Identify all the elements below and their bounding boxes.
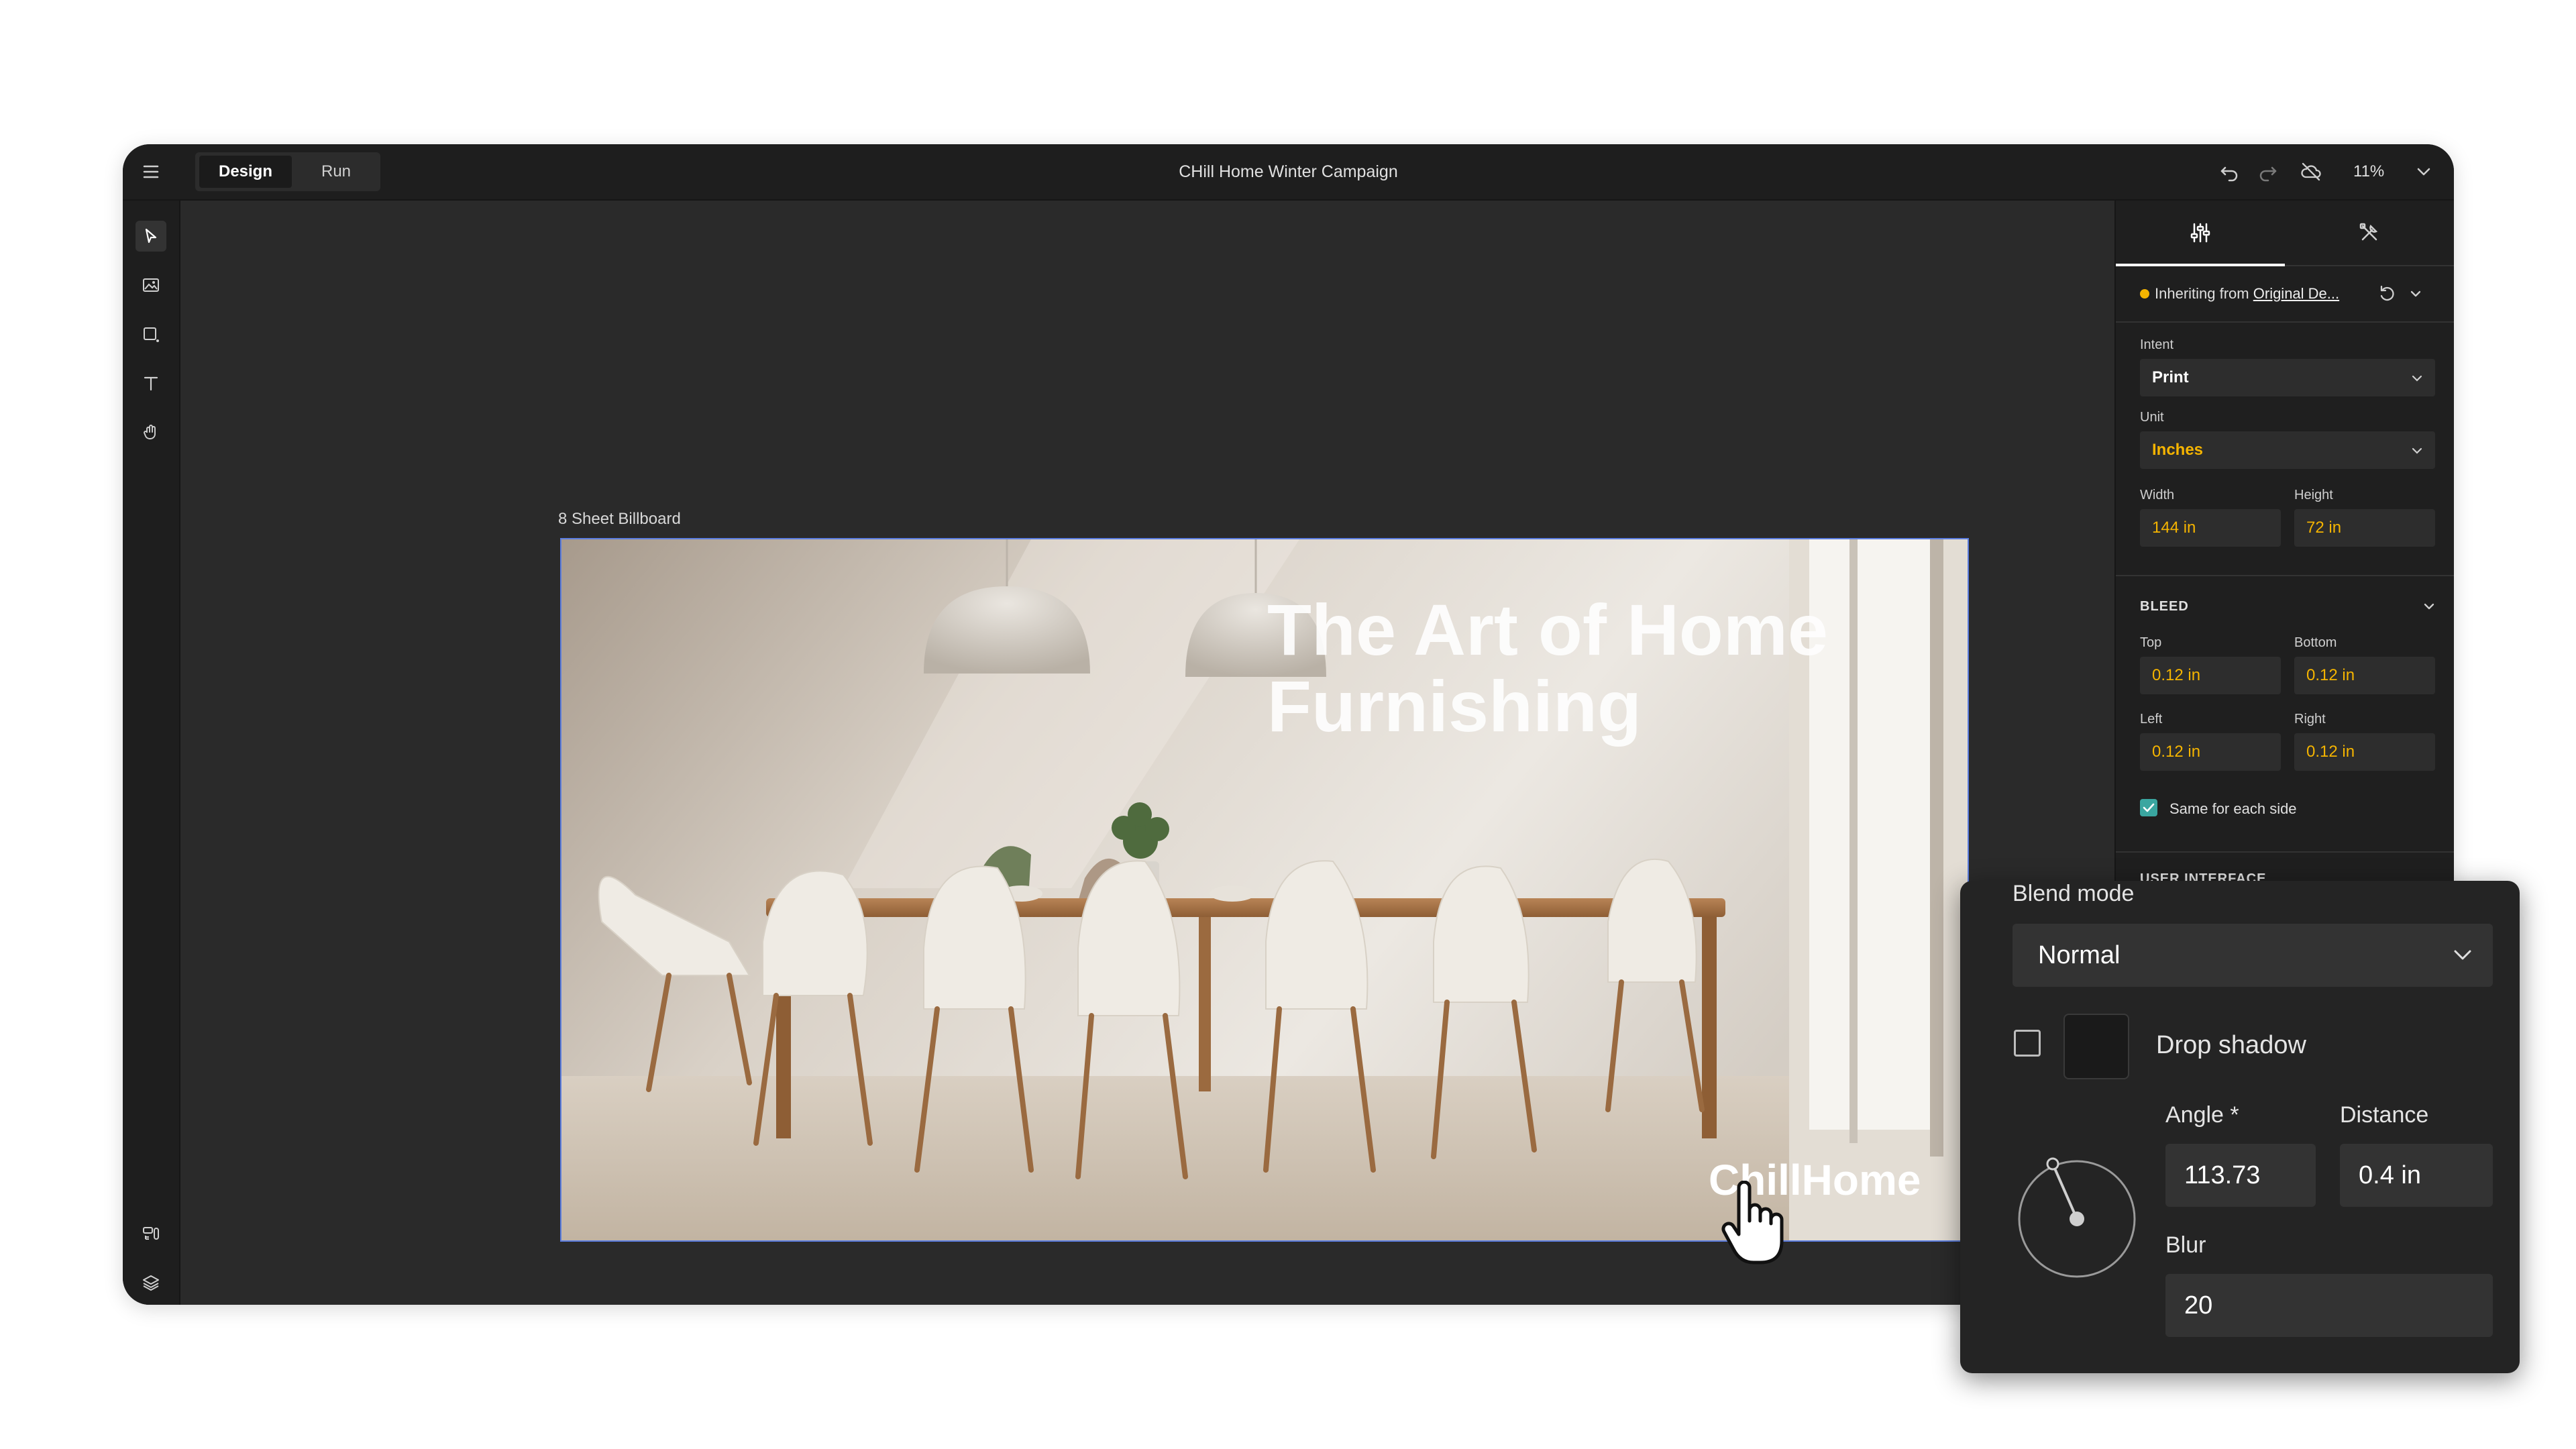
bleed-top-input[interactable]: 0.12 in bbox=[2140, 657, 2281, 694]
cloud-off-icon[interactable] bbox=[2298, 158, 2324, 185]
bleed-right-label: Right bbox=[2294, 712, 2326, 727]
blend-mode-select[interactable]: Normal bbox=[2012, 924, 2493, 987]
effects-panel: Blend mode Normal Drop shadow Angle * Di… bbox=[1960, 881, 2520, 1373]
drop-shadow-label: Drop shadow bbox=[2156, 1031, 2306, 1059]
intent-label: Intent bbox=[2140, 337, 2174, 352]
intent-value: Print bbox=[2152, 368, 2189, 386]
bleed-title: BLEED bbox=[2140, 599, 2189, 614]
same-side-checkbox[interactable] bbox=[2140, 799, 2157, 816]
pointer-icon[interactable] bbox=[136, 221, 166, 252]
bleed-left-label: Left bbox=[2140, 712, 2163, 727]
undo-icon[interactable] bbox=[2216, 158, 2243, 185]
bleed-right-input[interactable]: 0.12 in bbox=[2294, 733, 2435, 771]
angle-input[interactable]: 113.73 bbox=[2165, 1144, 2316, 1207]
drop-shadow-checkbox[interactable] bbox=[2014, 1030, 2041, 1057]
design-canvas[interactable]: 8 Sheet Billboard The Art of Home Furnis… bbox=[180, 201, 2114, 1305]
blur-input[interactable]: 20 bbox=[2165, 1274, 2493, 1337]
headline-line-2: Furnishing bbox=[1267, 665, 1642, 747]
divider bbox=[2116, 321, 2454, 323]
blend-mode-label: Blend mode bbox=[2012, 881, 2135, 906]
divider bbox=[2116, 575, 2454, 576]
angle-dial[interactable] bbox=[2015, 1157, 2139, 1281]
intent-select[interactable]: Print bbox=[2140, 359, 2435, 396]
inherit-prefix: Inheriting from bbox=[2155, 285, 2249, 302]
height-input[interactable]: 72 in bbox=[2294, 509, 2435, 547]
variables-icon[interactable] bbox=[136, 1218, 166, 1249]
tools-icon[interactable] bbox=[2285, 201, 2454, 265]
shadow-color-swatch[interactable] bbox=[2063, 1014, 2129, 1079]
status-dot bbox=[2140, 289, 2149, 299]
inspector-tabs bbox=[2116, 201, 2454, 266]
image-icon[interactable] bbox=[136, 270, 166, 301]
redo-icon[interactable] bbox=[2255, 158, 2282, 185]
bleed-left-input[interactable]: 0.12 in bbox=[2140, 733, 2281, 771]
artboard-label: 8 Sheet Billboard bbox=[558, 510, 681, 528]
inheritance-row: Inheriting from Original De... bbox=[2140, 280, 2440, 311]
headline-line-1: The Art of Home bbox=[1267, 589, 1828, 670]
distance-input[interactable]: 0.4 in bbox=[2340, 1144, 2493, 1207]
height-label: Height bbox=[2294, 488, 2333, 502]
chevron-down-icon[interactable] bbox=[2419, 596, 2439, 620]
layers-icon[interactable] bbox=[136, 1267, 166, 1298]
sliders-icon[interactable] bbox=[2116, 201, 2285, 266]
top-bar: Design Run CHill Home Winter Campaign 11… bbox=[123, 144, 2454, 201]
text-icon[interactable] bbox=[136, 368, 166, 398]
bleed-bottom-input[interactable]: 0.12 in bbox=[2294, 657, 2435, 694]
zoom-level[interactable]: 11% bbox=[2353, 144, 2384, 199]
reset-icon[interactable] bbox=[2376, 282, 2399, 309]
document-title: CHill Home Winter Campaign bbox=[1179, 162, 1398, 181]
same-side-label: Same for each side bbox=[2169, 800, 2297, 817]
hand-icon[interactable] bbox=[136, 417, 166, 447]
chevron-down-icon[interactable] bbox=[2410, 158, 2437, 185]
angle-label: Angle * bbox=[2165, 1102, 2239, 1128]
chevron-down-icon bbox=[2412, 375, 2422, 382]
chevron-down-icon bbox=[2412, 447, 2422, 454]
tool-bar bbox=[123, 201, 180, 1305]
distance-label: Distance bbox=[2340, 1102, 2429, 1128]
unit-label: Unit bbox=[2140, 410, 2164, 425]
width-label: Width bbox=[2140, 488, 2175, 502]
unit-value: Inches bbox=[2152, 441, 2204, 459]
blur-label: Blur bbox=[2165, 1232, 2206, 1258]
inherit-link[interactable]: Original De... bbox=[2253, 285, 2339, 302]
hand-cursor-icon bbox=[1721, 1181, 1784, 1265]
chevron-down-icon[interactable] bbox=[2406, 284, 2426, 308]
unit-select[interactable]: Inches bbox=[2140, 431, 2435, 469]
divider bbox=[2116, 851, 2454, 853]
headline-text[interactable]: The Art of Home Furnishing bbox=[1267, 592, 1828, 745]
blend-mode-value: Normal bbox=[2038, 941, 2121, 969]
billboard-artboard[interactable]: The Art of Home Furnishing ChillHome bbox=[560, 538, 1969, 1242]
shape-icon[interactable] bbox=[136, 319, 166, 350]
bleed-top-label: Top bbox=[2140, 635, 2162, 650]
width-input[interactable]: 144 in bbox=[2140, 509, 2281, 547]
bleed-bottom-label: Bottom bbox=[2294, 635, 2337, 650]
chevron-down-icon bbox=[2454, 950, 2471, 960]
